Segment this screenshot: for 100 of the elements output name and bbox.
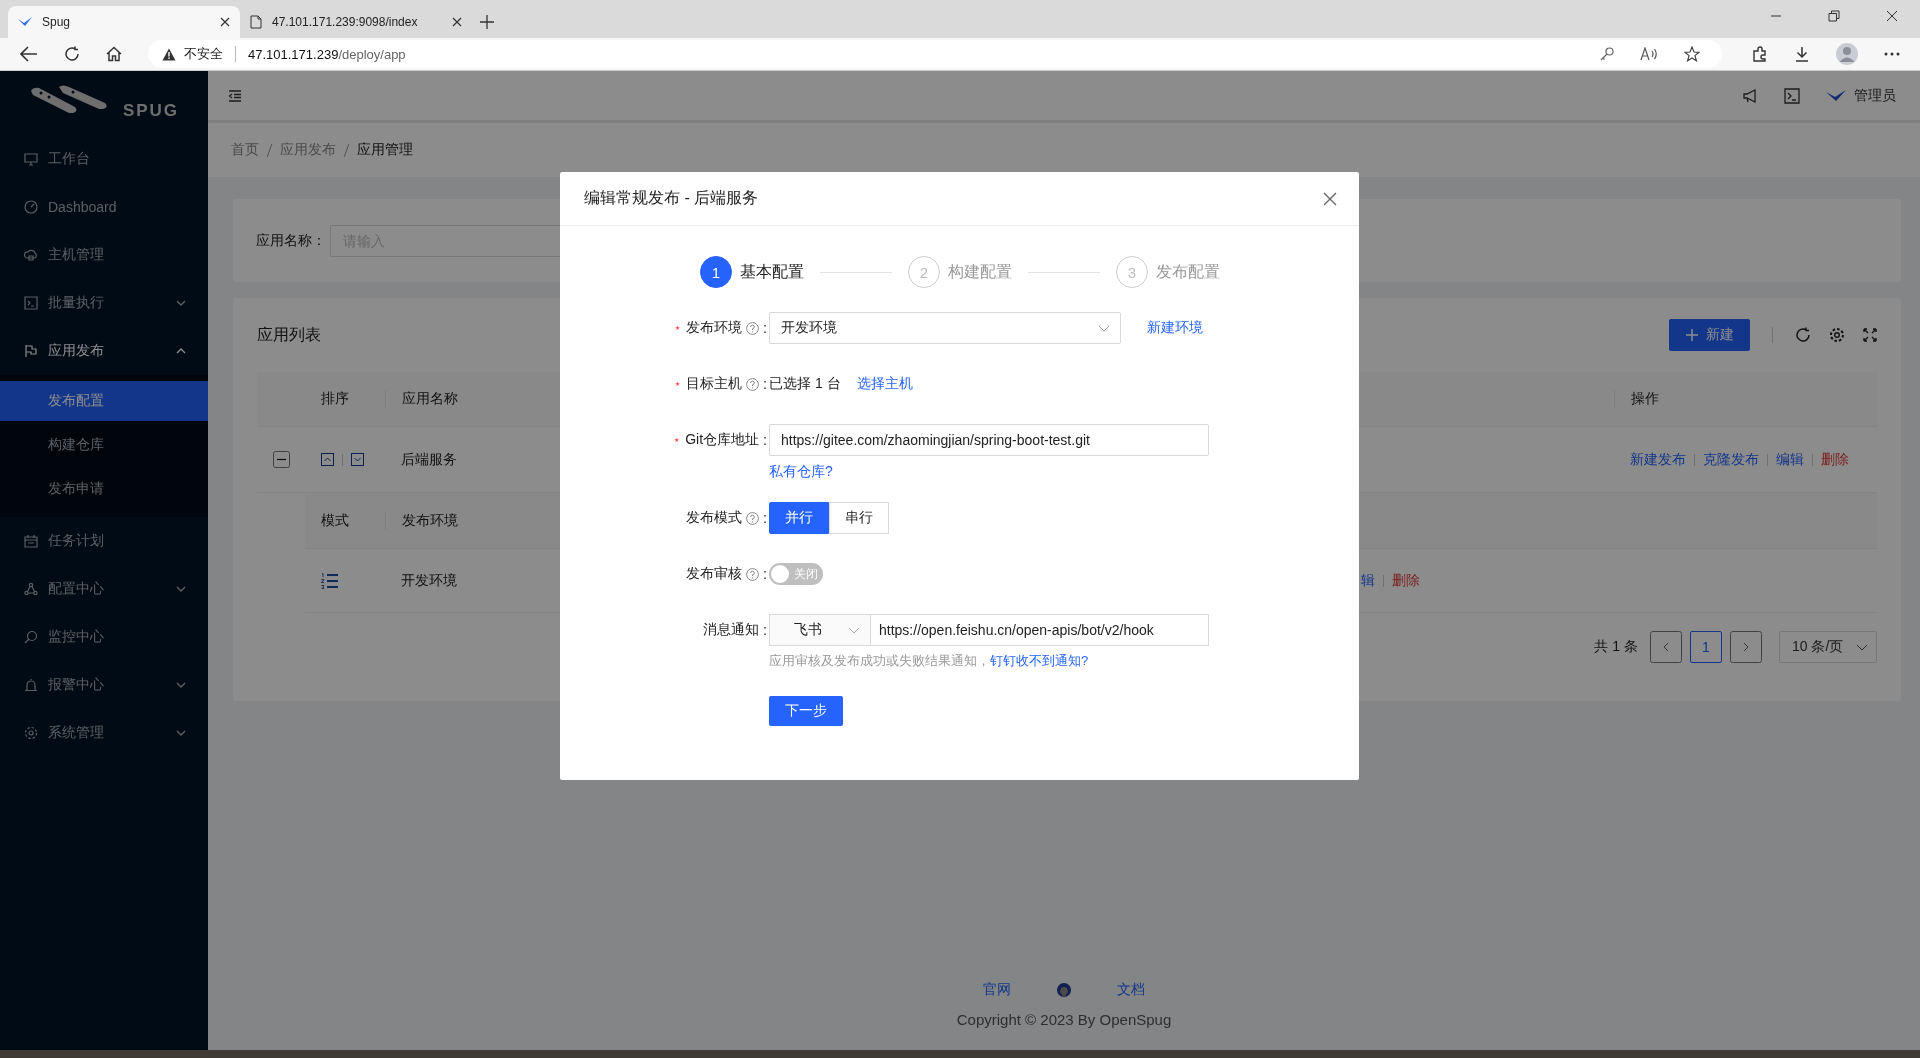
help-icon[interactable] (746, 321, 760, 335)
breadcrumb-item[interactable]: 应用发布 (280, 141, 336, 159)
plus-icon[interactable] (480, 15, 494, 29)
cloud-icon (24, 248, 38, 262)
close-icon[interactable] (1323, 191, 1337, 206)
submenu-item[interactable]: 发布申请 (0, 469, 208, 509)
megaphone-icon[interactable] (1742, 87, 1758, 104)
footer-link[interactable]: 文档 (1117, 981, 1145, 999)
new-button[interactable]: 新建 (1669, 319, 1750, 351)
refresh-icon[interactable] (1795, 327, 1811, 343)
star-icon[interactable] (1684, 46, 1700, 62)
close-icon[interactable] (220, 17, 230, 27)
sidebar-item[interactable]: 主机管理 (0, 231, 208, 279)
table-cell: 开发环境 (401, 571, 457, 590)
input-field[interactable]: https://gitee.com/zhaomingjian/spring-boot-test.git (769, 424, 1209, 456)
sidebar-item[interactable]: 工作台 (0, 135, 208, 183)
address-bar[interactable]: 不安全 47.101.171.239/deploy/app (148, 40, 1722, 68)
link[interactable]: 新建环境 (1147, 319, 1203, 337)
chevron-icon (176, 300, 186, 306)
submenu-item[interactable]: 发布配置 (0, 381, 208, 421)
page-button[interactable]: 1 (1690, 631, 1722, 663)
restore-icon[interactable] (1828, 10, 1840, 22)
link[interactable]: 选择主机 (856, 375, 913, 393)
label-colon: : (763, 510, 767, 526)
previous-page-button[interactable] (1650, 631, 1682, 663)
sidebar-item[interactable]: Dashboard (0, 183, 208, 231)
page-size-select[interactable]: 10 条/页 (1779, 631, 1877, 663)
caret-icon (1856, 643, 1868, 651)
ordered-list-icon (321, 572, 339, 589)
sidebar-item[interactable]: 批量执行 (0, 279, 208, 327)
sidebar-item[interactable]: 配置中心 (0, 565, 208, 613)
url-text: 47.101.171.239/deploy/app (248, 46, 406, 62)
action-link[interactable]: 删除 (1821, 450, 1849, 469)
terminal-icon[interactable] (1784, 87, 1800, 104)
user-name[interactable]: 管理员 (1854, 86, 1896, 105)
close-icon[interactable] (452, 17, 462, 27)
sidebar-item[interactable]: 应用发布 (0, 327, 208, 375)
toggle-switch[interactable]: 关闭 (769, 563, 823, 585)
back-icon[interactable] (20, 46, 38, 62)
radio-button[interactable]: 串行 (829, 502, 889, 534)
chevron-icon (176, 730, 186, 736)
field-label: 发布模式 (686, 509, 743, 527)
puzzle-icon[interactable] (1752, 46, 1768, 62)
logo-text: SPUG (122, 101, 180, 121)
flag-icon (24, 344, 38, 358)
link[interactable]: 钉钉收不到通知? (990, 653, 1089, 668)
settings-icon[interactable] (1829, 327, 1845, 343)
help-icon[interactable] (746, 567, 760, 581)
download-icon[interactable] (1794, 46, 1810, 62)
field-value: 已选择 1 台 (769, 375, 841, 393)
footer-link[interactable]: 官网 (983, 981, 1011, 999)
plus-icon (1685, 329, 1698, 341)
action-link[interactable]: 新建发布 (1630, 450, 1686, 469)
copyright-text: Copyright © 2023 By OpenSpug (956, 1011, 1172, 1028)
radio-button[interactable]: 并行 (769, 502, 829, 534)
webhook-field[interactable]: https://open.feishu.cn/open-apis/bot/v2/hook (871, 614, 1209, 646)
alarm-icon (24, 678, 38, 692)
field-label: 目标主机 (686, 375, 743, 393)
gauge-icon (24, 200, 38, 214)
move-down-icon[interactable] (351, 453, 364, 466)
sidebar-item[interactable]: 系统管理 (0, 709, 208, 757)
monitor-icon (24, 152, 38, 166)
card-title: 应用列表 (257, 324, 321, 345)
more-icon[interactable] (1884, 52, 1900, 56)
action-link[interactable]: 编辑 (1776, 450, 1804, 469)
action-link[interactable]: 删除 (1392, 571, 1420, 590)
refresh-icon[interactable] (64, 46, 80, 62)
fullscreen-icon[interactable] (1863, 328, 1877, 342)
read-aloud-icon[interactable] (1640, 47, 1658, 61)
help-icon[interactable] (746, 511, 760, 525)
action-link[interactable]: 克隆发布 (1703, 450, 1759, 469)
link[interactable]: 私有仓库? (769, 464, 1209, 478)
breadcrumb-item[interactable]: 首页 (231, 141, 259, 159)
sidebar-item[interactable]: 任务计划 (0, 517, 208, 565)
chevron-icon (176, 348, 186, 354)
menu-fold-icon[interactable] (228, 89, 242, 102)
browser-tab[interactable]: Spug (8, 6, 240, 38)
required-mark (674, 437, 680, 443)
channel-select[interactable]: 飞书 (769, 614, 871, 646)
sidebar-item[interactable]: 报警中心 (0, 661, 208, 709)
next-page-button[interactable] (1730, 631, 1762, 663)
browser-tab[interactable]: 47.101.171.239:9098/index (240, 6, 472, 38)
next-button[interactable]: 下一步 (769, 696, 843, 726)
field-label: 发布审核 (686, 565, 743, 583)
select-field[interactable]: 开发环境 (769, 312, 1121, 344)
close-icon[interactable] (1886, 10, 1898, 22)
label-colon: : (763, 566, 767, 582)
column-header: 操作 (1614, 390, 1877, 408)
collapse-button[interactable] (272, 451, 290, 468)
calendar-icon (24, 534, 38, 548)
key-icon[interactable] (1600, 47, 1614, 61)
help-icon[interactable] (746, 377, 760, 391)
table-cell: 后端服务 (401, 450, 457, 469)
action-link[interactable]: 辑 (1361, 571, 1375, 590)
chevron-icon (176, 682, 186, 688)
move-up-icon[interactable] (321, 453, 334, 466)
submenu-item[interactable]: 构建仓库 (0, 425, 208, 465)
avatar-icon[interactable] (1836, 43, 1858, 65)
home-icon[interactable] (106, 46, 122, 62)
sidebar-item[interactable]: 监控中心 (0, 613, 208, 661)
